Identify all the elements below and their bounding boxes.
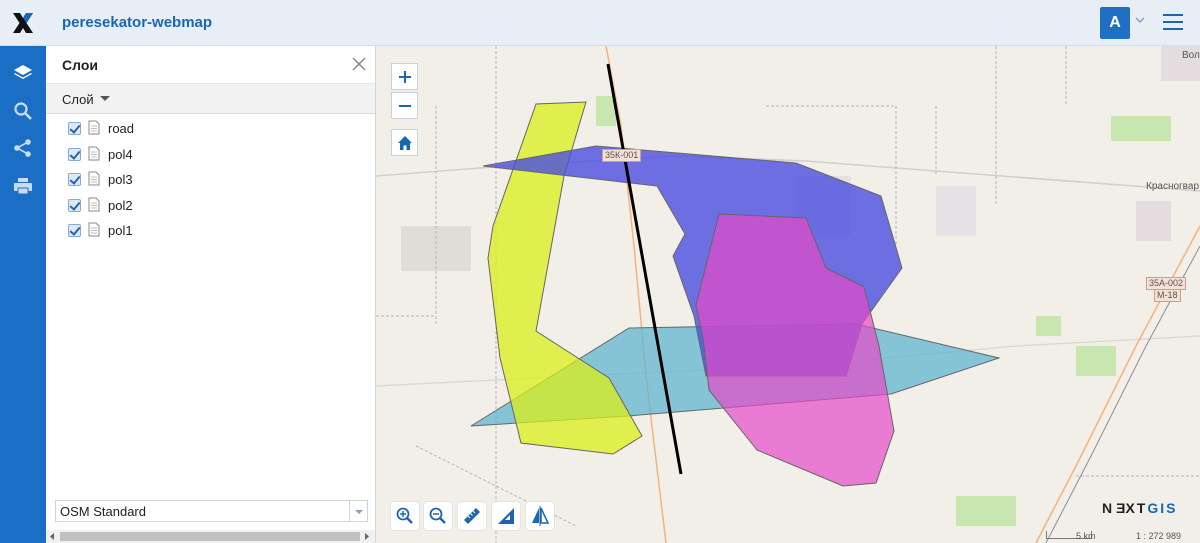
caret-down-icon[interactable] [100,96,110,101]
zoom-out-tool-button[interactable] [424,502,452,530]
ruler-icon [464,508,480,524]
app-header: peresekator-webmap A [0,0,1200,46]
measure-distance-button[interactable] [458,502,486,530]
place-label: Красногвар [1146,181,1200,192]
layer-checkbox[interactable] [68,122,81,135]
dropdown-arrow-icon[interactable] [349,501,367,521]
layer-checkbox[interactable] [68,224,81,237]
basemap-value: OSM Standard [60,504,146,519]
layer-tree: road pol4 pol3 pol2 pol1 [46,116,375,244]
scale-label: 5 km [1076,531,1096,541]
basemap-select[interactable]: OSM Standard [55,500,368,522]
panel-title: Слои [62,57,98,73]
scroll-left-icon[interactable] [49,533,55,540]
nextgis-logo-icon[interactable] [0,0,46,46]
print-icon[interactable] [11,174,35,198]
area-ruler-icon [498,508,514,524]
measure-area-button[interactable] [492,502,520,530]
left-toolbar [0,46,46,543]
app-title[interactable]: peresekator-webmap [62,14,212,31]
layer-item-pol1[interactable]: pol1 [46,218,375,244]
document-icon [88,197,100,211]
place-label: Вол [1182,50,1200,61]
layer-name[interactable]: pol3 [108,172,133,187]
layer-name[interactable]: pol1 [108,223,133,238]
hamburger-menu-icon[interactable] [1163,14,1183,32]
scroll-right-icon[interactable] [364,533,370,540]
zoom-out-magnifier-icon [429,507,446,524]
document-icon [88,171,100,186]
scrollbar-thumb[interactable] [60,532,360,541]
panel-header: Слои [46,46,375,84]
map-view[interactable]: 35К-001 35А-002 М-18 Вол Красногвар NEXT… [376,46,1200,543]
nextgis-brand-logo: NEXTGIS [1102,500,1178,516]
share-icon[interactable] [11,136,35,160]
layer-name[interactable]: road [108,121,134,136]
chevron-down-icon[interactable] [1135,15,1145,25]
minus-icon [398,104,411,107]
search-icon[interactable] [11,99,35,123]
layer-name[interactable]: pol4 [108,147,133,162]
zoom-in-tool-button[interactable] [391,502,419,530]
home-extent-button[interactable] [391,129,418,156]
layer-item-road[interactable]: road [46,116,375,142]
layer-column-label: Слой [62,92,94,107]
layers-icon[interactable] [11,61,35,85]
layers-panel: Слои Слой road pol4 pol3 pol2 pol1 OSM S… [46,46,376,543]
close-icon[interactable] [351,56,367,72]
document-icon [88,146,100,160]
scale-ratio: 1 : 272 989 [1136,531,1182,541]
zoom-in-magnifier-icon [396,507,413,524]
swipe-compare-button[interactable] [526,502,554,530]
road-label-m18: М-18 [1154,289,1181,302]
layer-column-header[interactable]: Слой [46,84,375,114]
zoom-out-button[interactable] [391,92,418,119]
layer-item-pol2[interactable]: pol2 [46,193,375,219]
document-icon [88,120,100,135]
map-canvas[interactable] [376,46,1200,543]
layer-name[interactable]: pol2 [108,198,133,213]
home-icon [397,135,412,150]
user-avatar[interactable]: A [1100,7,1130,39]
zoom-in-button[interactable] [391,63,418,90]
layer-item-pol3[interactable]: pol3 [46,167,375,193]
swipe-icon [532,506,550,526]
layer-checkbox[interactable] [68,147,81,161]
road-label-35k001: 35К-001 [602,149,642,162]
layer-item-pol4[interactable]: pol4 [46,142,375,168]
document-icon [88,222,100,237]
layer-checkbox[interactable] [68,173,81,186]
layer-checkbox[interactable] [68,198,81,212]
plus-icon [398,70,411,83]
horizontal-scrollbar[interactable] [46,530,375,543]
